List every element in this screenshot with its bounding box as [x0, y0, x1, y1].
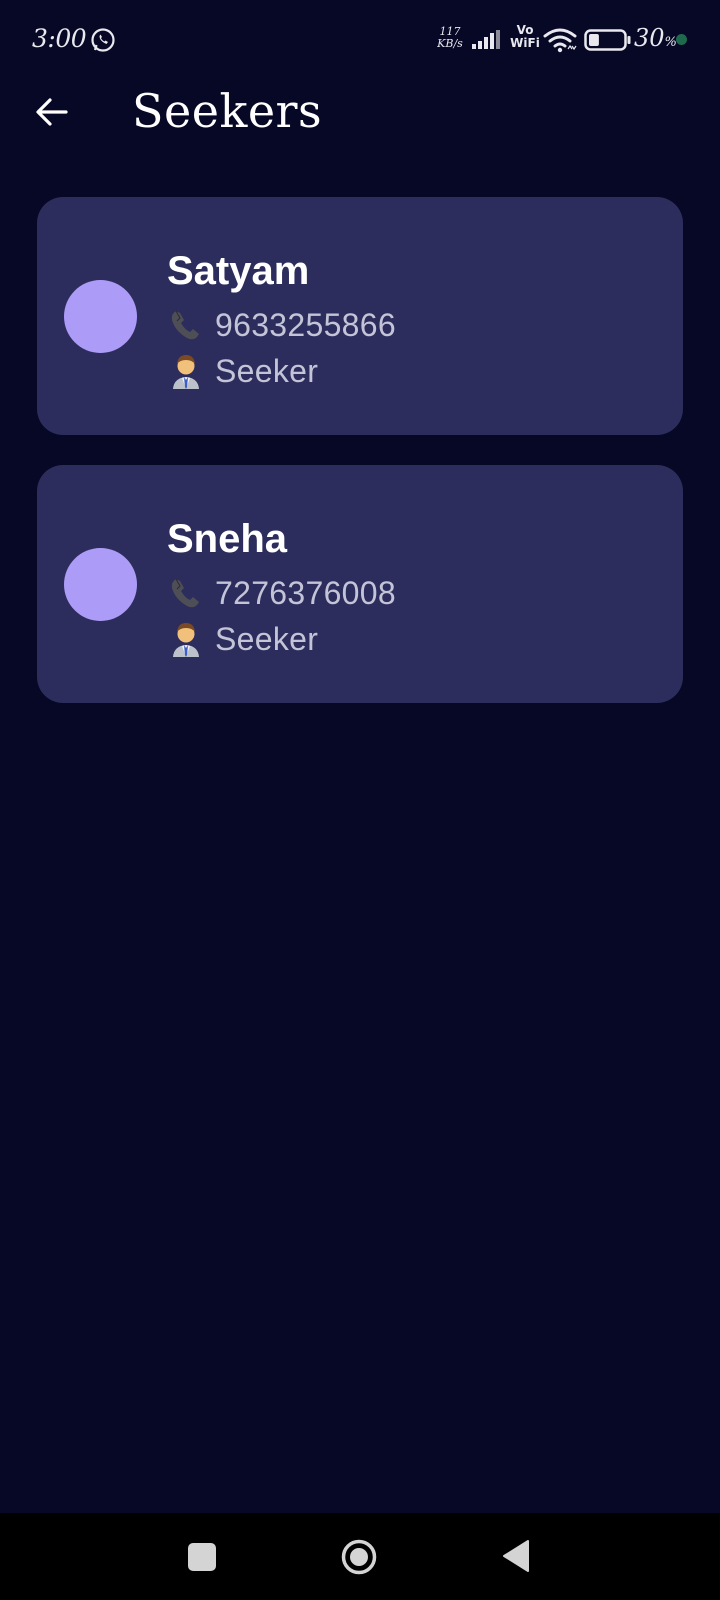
- seeker-phone: 9633255866: [215, 306, 396, 343]
- vowifi-indicator: Vo WiFi: [508, 24, 542, 50]
- seeker-role-row: Seeker: [167, 352, 318, 390]
- seeker-phone-row: 7276376008: [167, 574, 396, 612]
- page-title: Seekers: [132, 84, 323, 138]
- seeker-name: Satyam: [167, 249, 310, 293]
- whatsapp-icon: [91, 28, 115, 52]
- status-dot: [676, 34, 687, 45]
- seeker-phone-row: 9633255866: [167, 306, 396, 344]
- back-nav-button[interactable]: [501, 1538, 531, 1574]
- signal-icon: [472, 30, 500, 49]
- status-bar: 3:00 117 KB/s Vo WiFi 30%: [0, 0, 720, 80]
- avatar: [64, 280, 137, 353]
- seeker-role: Seeker: [215, 620, 319, 657]
- seeker-phone: 7276376008: [215, 574, 396, 611]
- businessman-icon: [173, 355, 199, 389]
- seeker-list: Satyam 9633255866 Seeker Sneha 727637600…: [37, 197, 683, 733]
- system-nav-bar: [0, 1513, 720, 1600]
- battery-percent: 30%: [634, 24, 677, 52]
- network-speed-unit: KB/s: [437, 37, 463, 50]
- vowifi-bottom: WiFi: [510, 36, 540, 50]
- recents-button[interactable]: [188, 1543, 216, 1571]
- home-button[interactable]: [340, 1538, 378, 1576]
- seeker-card[interactable]: Sneha 7276376008 Seeker: [37, 465, 683, 703]
- arrow-back-icon: [36, 98, 68, 126]
- battery-value: 30: [634, 24, 665, 52]
- seeker-name: Sneha: [167, 517, 288, 561]
- wifi-icon: [543, 28, 577, 53]
- battery-unit: %: [664, 35, 677, 50]
- avatar: [64, 548, 137, 621]
- seeker-role-row: Seeker: [167, 620, 318, 658]
- network-speed: 117 KB/s: [432, 26, 468, 50]
- back-button[interactable]: [28, 88, 76, 136]
- phone-icon: [171, 310, 199, 340]
- status-time: 3:00: [32, 24, 87, 53]
- businessman-icon: [173, 623, 199, 657]
- battery-icon: [584, 29, 631, 51]
- seeker-card[interactable]: Satyam 9633255866 Seeker: [37, 197, 683, 435]
- phone-icon: [171, 578, 199, 608]
- seeker-role: Seeker: [215, 352, 319, 389]
